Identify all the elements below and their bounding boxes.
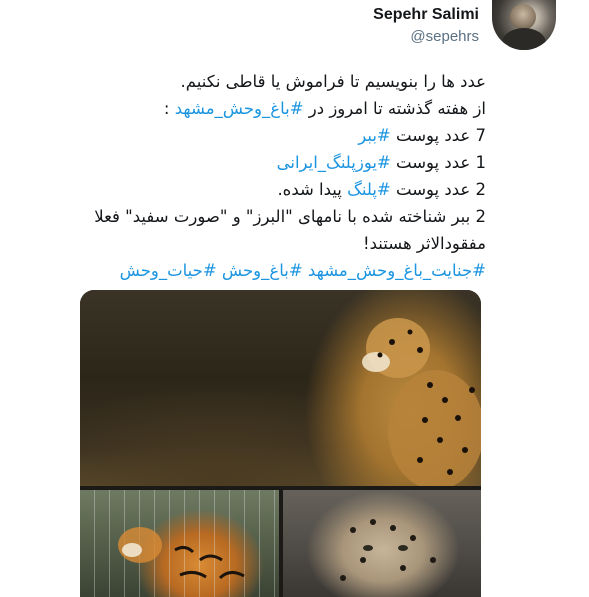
text-span: : xyxy=(163,99,175,118)
tweet-line: 1 عدد پوست #یوزپلنگ_ایرانی xyxy=(70,149,486,176)
hashtag-link[interactable]: #ببر xyxy=(358,126,391,145)
cheetah-spots xyxy=(362,318,481,486)
tiger-stripes xyxy=(118,527,245,580)
hashtag-link[interactable]: #پلنگ xyxy=(347,180,391,199)
text-span: از هفته گذشته تا امروز در xyxy=(303,99,486,118)
text-span: 7 عدد پوست xyxy=(390,126,486,145)
hashtag-link[interactable]: #باغ_وحش_مشهد xyxy=(175,99,304,118)
hashtags-line[interactable]: #جنایت_باغ_وحش_مشهد #باغ_وحش #حیات_وحش xyxy=(70,257,486,284)
tweet-line: از هفته گذشته تا امروز در #باغ_وحش_مشهد … xyxy=(70,95,486,122)
tweet-line: 2 عدد پوست #پلنگ پیدا شده. xyxy=(70,176,486,203)
leopard-spots xyxy=(340,519,436,581)
author-name[interactable]: Sepehr Salimi xyxy=(373,4,479,26)
text-span: پیدا شده. xyxy=(277,180,348,199)
author-block[interactable]: Sepehr Salimi @sepehrs xyxy=(373,4,479,47)
tweet-line: 7 عدد پوست #ببر xyxy=(70,122,486,149)
hashtag-link[interactable]: #یوزپلنگ_ایرانی xyxy=(277,153,391,172)
cheetah-photo[interactable] xyxy=(80,290,481,486)
tiger-photo[interactable] xyxy=(80,490,279,597)
avatar[interactable] xyxy=(492,0,556,50)
tweet-text: عدد ها را بنویسیم تا فراموش یا قاطی نکنی… xyxy=(70,68,486,284)
author-handle[interactable]: @sepehrs xyxy=(373,27,479,47)
tweet-line: 2 ببر شناخته شده با نامهای "البرز" و "صو… xyxy=(94,207,486,226)
tweet-card: Sepehr Salimi @sepehrs عدد ها را بنویسیم… xyxy=(0,0,589,597)
leopard-photo[interactable] xyxy=(283,490,481,597)
media-grid xyxy=(80,290,481,597)
text-span: 1 عدد پوست xyxy=(390,153,486,172)
tweet-line: مفقودالاثر هستند! xyxy=(363,234,486,253)
text-span: 2 عدد پوست xyxy=(390,180,486,199)
tweet-line: عدد ها را بنویسیم تا فراموش یا قاطی نکنی… xyxy=(180,72,486,91)
